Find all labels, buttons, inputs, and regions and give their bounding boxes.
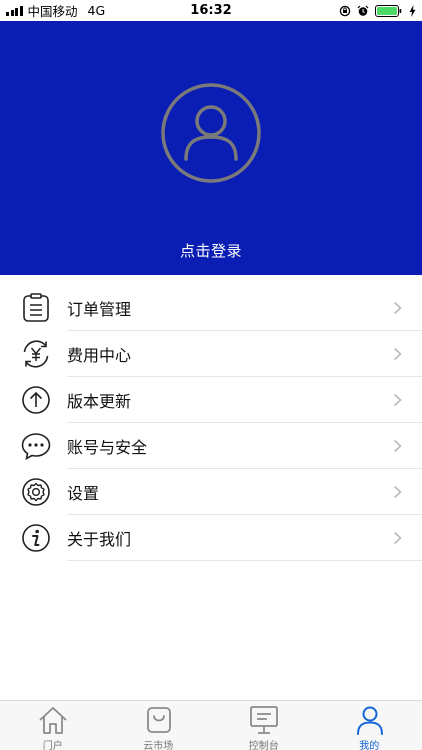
menu-item-billing[interactable]: 费用中心 [0, 331, 422, 377]
chevron-right-icon [393, 439, 402, 453]
shopping-bag-icon [146, 707, 171, 733]
profile-header: 点击登录 [0, 21, 422, 275]
menu-item-settings[interactable]: 设置 [0, 469, 422, 515]
user-icon [356, 706, 383, 735]
menu-item-label: 订单管理 [67, 300, 132, 319]
user-avatar-icon[interactable] [161, 83, 261, 183]
status-bar: 中国移动 4G 16:32 [0, 0, 422, 21]
tab-cloud-market[interactable]: 云市场 [106, 701, 212, 750]
alarm-icon [357, 5, 369, 16]
menu-item-label: 关于我们 [67, 530, 132, 549]
tab-label: 云市场 [143, 741, 174, 750]
tab-mine[interactable]: 我的 [317, 701, 422, 750]
battery-icon [375, 4, 402, 17]
login-link[interactable]: 点击登录 [0, 240, 422, 261]
clipboard-icon [23, 293, 49, 322]
gear-icon [22, 478, 50, 506]
menu-item-label: 费用中心 [67, 346, 132, 365]
tab-label: 控制台 [248, 741, 279, 750]
chat-bubble-icon [21, 433, 51, 461]
chevron-right-icon [393, 485, 402, 499]
divider [67, 560, 422, 561]
tab-bar: 门户 云市场 控制台 我的 [0, 700, 422, 750]
menu-item-label: 账号与安全 [67, 438, 148, 457]
menu-item-account-security[interactable]: 账号与安全 [0, 423, 422, 469]
chevron-right-icon [393, 347, 402, 361]
menu-item-about-us[interactable]: 关于我们 [0, 515, 422, 561]
monitor-icon [250, 706, 278, 734]
menu-item-version-update[interactable]: 版本更新 [0, 377, 422, 423]
status-right [339, 3, 416, 18]
chevron-right-icon [393, 301, 402, 315]
arrow-up-circle-icon [22, 386, 50, 414]
tab-label: 我的 [359, 741, 380, 750]
tab-console[interactable]: 控制台 [211, 701, 317, 750]
chevron-right-icon [393, 531, 402, 545]
menu-item-orders[interactable]: 订单管理 [0, 285, 422, 331]
chevron-right-icon [393, 393, 402, 407]
charging-icon [409, 4, 416, 17]
settings-menu: 订单管理 费用中心 版本更新 账号与安全 设置 关于我们 [0, 285, 422, 561]
yuan-refresh-icon [23, 340, 49, 368]
rotation-lock-icon [339, 5, 351, 16]
home-icon [39, 707, 67, 734]
menu-item-label: 版本更新 [67, 392, 132, 411]
tab-portal[interactable]: 门户 [0, 701, 106, 750]
tab-label: 门户 [42, 741, 63, 750]
info-icon [22, 524, 50, 552]
menu-item-label: 设置 [67, 484, 100, 503]
